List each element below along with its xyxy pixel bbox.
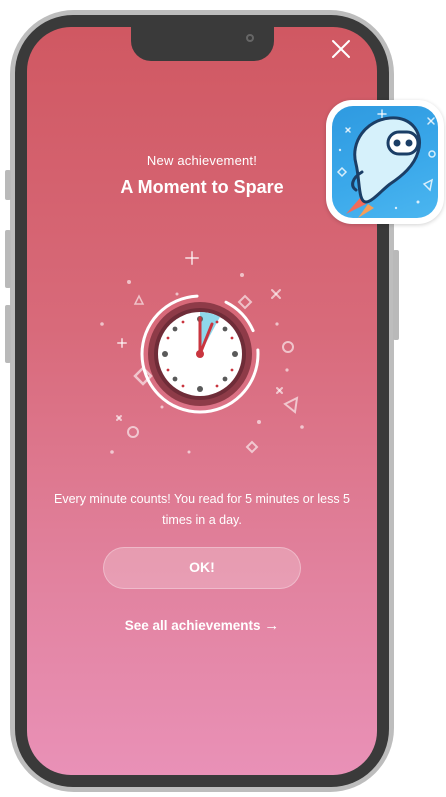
- app-icon-artwork: [332, 106, 438, 218]
- volume-up-button: [5, 230, 11, 288]
- ok-button[interactable]: OK!: [103, 547, 301, 589]
- see-all-label: See all achievements: [124, 618, 261, 633]
- achievement-subtitle: New achievement!: [146, 153, 258, 168]
- close-icon[interactable]: [327, 35, 355, 63]
- mute-switch: [5, 170, 11, 200]
- clock-badge-icon: [77, 242, 327, 462]
- arrow-right-icon: →: [264, 617, 280, 634]
- sora-app-icon: [326, 100, 444, 224]
- see-all-achievements-link[interactable]: See all achievements →: [27, 617, 377, 634]
- volume-down-button: [5, 305, 11, 363]
- notch: [131, 27, 274, 61]
- achievement-title: A Moment to Spare: [120, 177, 284, 197]
- achievement-description: Every minute counts! You read for 5 minu…: [54, 492, 350, 527]
- power-button: [393, 250, 399, 340]
- achievement-screen: New achievement! A Moment to Spare Every…: [27, 27, 377, 775]
- camera-icon: [246, 34, 254, 42]
